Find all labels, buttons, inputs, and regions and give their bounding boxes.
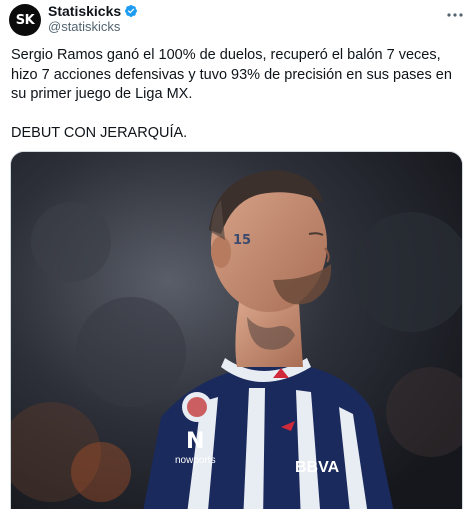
jersey-text-bbva: BBVA: [295, 459, 340, 476]
head-tattoo-number: 15: [233, 233, 251, 248]
svg-text:N: N: [186, 429, 204, 454]
player-photo-illustration: N nowports BBVA 15: [11, 152, 462, 509]
avatar-initials: SK: [15, 12, 35, 28]
jersey-text-nowports: nowports: [175, 455, 216, 466]
verified-badge-icon: [125, 5, 138, 17]
more-options-icon[interactable]: [446, 6, 464, 24]
tweet-post: SK Statiskicks @statiskicks Sergio Ramos…: [0, 0, 476, 509]
author-handle[interactable]: @statiskicks: [48, 19, 120, 34]
author-name-row: Statiskicks: [48, 3, 138, 19]
avatar[interactable]: SK: [9, 4, 41, 36]
author-display-name[interactable]: Statiskicks: [48, 3, 121, 19]
tweet-media-photo[interactable]: N nowports BBVA 15: [10, 151, 463, 509]
tweet-text: Sergio Ramos ganó el 100% de duelos, rec…: [11, 47, 452, 141]
